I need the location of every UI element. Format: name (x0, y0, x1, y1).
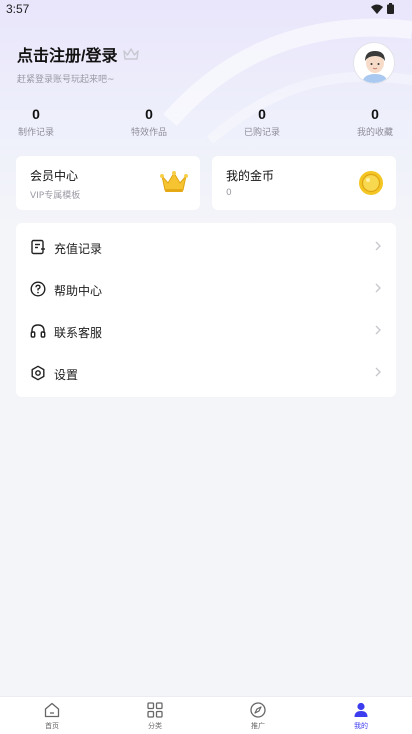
menu-item-help-center[interactable]: 帮助中心 (16, 268, 396, 310)
chevron-right-icon (375, 325, 381, 335)
menu-item-label: 帮助中心 (54, 284, 103, 298)
stat-value: 0 (145, 106, 153, 122)
bottom-nav: 首页 分类 推广 我的 (0, 696, 412, 734)
my-coins-value: 0 (226, 188, 232, 198)
avatar[interactable] (353, 42, 395, 84)
status-bar: 3:57 (0, 0, 412, 18)
status-icons (371, 3, 394, 14)
stat-value: 0 (371, 106, 379, 122)
crown-outline-icon (123, 48, 140, 60)
settings-icon (31, 365, 45, 381)
nav-mine[interactable]: 我的 (331, 701, 391, 733)
status-time: 3:57 (6, 2, 30, 16)
grid-icon (147, 702, 163, 718)
question-icon (30, 281, 46, 297)
compass-icon (250, 702, 266, 718)
menu-item-recharge-records[interactable]: 充值记录 (16, 226, 396, 268)
stat-effects-works[interactable]: 0 特效作品 (113, 106, 185, 138)
login-title[interactable]: 点击注册/登录 (17, 42, 117, 66)
stat-label: 我的收藏 (356, 128, 393, 138)
nav-label: 推广 (251, 722, 265, 730)
stat-value: 0 (32, 106, 40, 122)
chevron-right-icon (375, 367, 381, 377)
wifi-icon (371, 4, 383, 14)
menu-list: 充值记录 帮助中心 联系客服 设置 (16, 223, 396, 397)
login-subtitle: 赶紧登录账号玩起来吧~ (17, 75, 115, 85)
nav-category[interactable]: 分类 (125, 701, 185, 733)
nav-label: 首页 (45, 722, 59, 730)
my-coins-card[interactable]: 我的金币 0 (212, 156, 396, 210)
stat-label: 已购记录 (243, 128, 280, 138)
stat-label: 制作记录 (17, 128, 54, 138)
nav-promotion[interactable]: 推广 (228, 701, 288, 733)
headset-icon (30, 324, 46, 338)
chevron-right-icon (375, 241, 381, 251)
title-row: 点击注册/登录 (17, 42, 395, 66)
receipt-icon (31, 239, 45, 255)
menu-item-label: 充值记录 (54, 242, 103, 256)
user-icon (354, 702, 368, 717)
crown-icon (160, 171, 188, 192)
nav-label: 我的 (354, 722, 368, 730)
stat-label: 特效作品 (130, 128, 167, 138)
vip-center-title: 会员中心 (30, 169, 79, 183)
login-header: 点击注册/登录 赶紧登录账号玩起来吧~ (17, 42, 395, 92)
menu-item-label: 设置 (54, 368, 79, 382)
chevron-right-icon (375, 283, 381, 293)
stats-row: 0 制作记录 0 特效作品 0 已购记录 0 我的收藏 (0, 106, 412, 142)
vip-center-card[interactable]: 会员中心 VIP专属模板 (16, 156, 200, 210)
menu-item-label: 联系客服 (54, 326, 103, 340)
nav-label: 分类 (148, 722, 162, 730)
menu-item-customer-service[interactable]: 联系客服 (16, 310, 396, 352)
vip-center-subtitle: VIP专属模板 (30, 191, 81, 201)
stat-purchase-records[interactable]: 0 已购记录 (226, 106, 298, 138)
menu-item-settings[interactable]: 设置 (16, 352, 396, 394)
home-icon (44, 702, 60, 718)
nav-home[interactable]: 首页 (22, 701, 82, 733)
coin-icon (359, 171, 383, 195)
stat-favorites[interactable]: 0 我的收藏 (339, 106, 411, 138)
stat-value: 0 (258, 106, 266, 122)
battery-icon (387, 3, 394, 14)
stat-creation-records[interactable]: 0 制作记录 (0, 106, 72, 138)
my-coins-title: 我的金币 (226, 169, 275, 183)
